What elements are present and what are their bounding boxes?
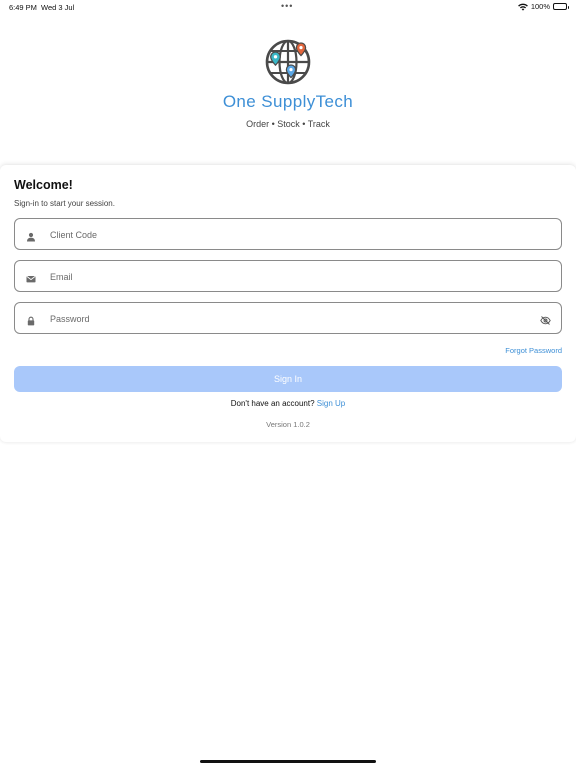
brand-tagline: Order • Stock • Track xyxy=(246,119,330,129)
user-icon xyxy=(26,229,36,242)
email-input[interactable] xyxy=(48,261,532,293)
home-indicator[interactable] xyxy=(200,760,376,763)
battery-percent: 100% xyxy=(530,2,550,11)
welcome-subtitle: Sign-in to start your session. xyxy=(14,199,115,208)
eye-off-icon[interactable] xyxy=(540,313,551,325)
forgot-password-link[interactable]: Forgot Password xyxy=(505,346,562,355)
client-code-field[interactable] xyxy=(14,218,562,251)
login-screen: 6:49 PM Wed 3 Jul ••• 100% One SupplyTec… xyxy=(0,0,576,768)
client-code-input[interactable] xyxy=(48,219,532,251)
battery-icon xyxy=(553,3,569,10)
sign-up-link[interactable]: Sign Up xyxy=(317,399,345,408)
wifi-icon xyxy=(517,3,528,11)
login-card: Welcome! Sign-in to start your session. xyxy=(0,165,576,442)
brand-name: One SupplyTech xyxy=(222,92,354,111)
password-field[interactable] xyxy=(14,302,562,335)
globe-pins-icon xyxy=(264,38,312,86)
password-input[interactable] xyxy=(48,303,532,335)
email-field[interactable] xyxy=(14,260,562,293)
status-bar: 6:49 PM Wed 3 Jul ••• 100% xyxy=(0,0,576,14)
app-version: Version 1.0.2 xyxy=(266,420,310,429)
mail-icon xyxy=(26,271,36,283)
status-date: Wed 3 Jul xyxy=(41,3,75,12)
welcome-title: Welcome! xyxy=(14,178,73,192)
sign-in-button[interactable]: Sign In xyxy=(14,366,562,392)
signup-row: Don't have an account? Sign Up xyxy=(0,399,576,408)
multitasking-dots[interactable]: ••• xyxy=(281,1,293,11)
status-time: 6:49 PM xyxy=(9,3,37,12)
no-account-text: Don't have an account? xyxy=(230,399,315,408)
status-right: 100% xyxy=(517,2,569,11)
lock-icon xyxy=(26,313,36,326)
